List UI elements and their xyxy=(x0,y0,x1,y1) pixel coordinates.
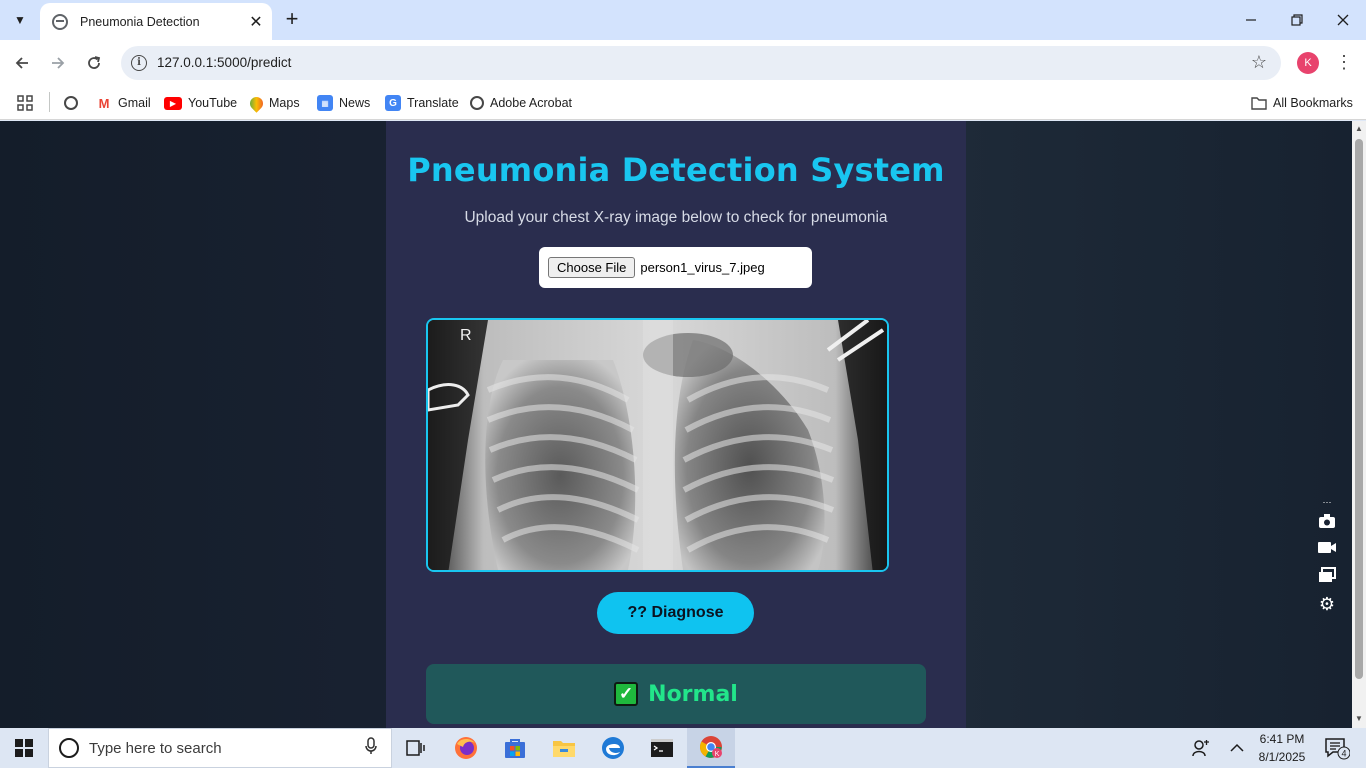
clock-date: 8/1/2025 xyxy=(1258,750,1306,764)
page-subtitle: Upload your chest X-ray image below to c… xyxy=(464,209,888,226)
page-viewport: Pneumonia Detection System Upload your c… xyxy=(0,121,1352,728)
globe-icon xyxy=(64,96,78,110)
apps-grid-icon[interactable] xyxy=(16,92,34,114)
camera-icon[interactable] xyxy=(1317,513,1337,533)
minimize-button[interactable] xyxy=(1228,0,1274,40)
restore-button[interactable] xyxy=(1274,0,1320,40)
chevron-down-icon: ▼ xyxy=(14,13,26,27)
edge-icon[interactable] xyxy=(589,728,637,768)
tab-search-button[interactable]: ▼ xyxy=(7,7,33,33)
maps-icon xyxy=(247,93,266,113)
diagnose-button[interactable]: ?? Diagnose xyxy=(597,592,754,634)
profile-avatar[interactable]: K xyxy=(1297,52,1319,74)
arrow-right-icon xyxy=(52,57,65,69)
check-mark-icon: ✓ xyxy=(614,682,639,706)
bookmark-translate[interactable]: G Translate xyxy=(385,92,459,114)
chevron-up-icon[interactable] xyxy=(1224,728,1250,768)
xray-preview-image: R xyxy=(426,318,889,572)
bookmark-maps[interactable]: Maps xyxy=(247,92,300,114)
scroll-up-icon[interactable]: ▲ xyxy=(1355,124,1363,133)
bookmark-gmail[interactable]: M Gmail xyxy=(96,92,151,114)
bookmark-star-icon[interactable]: ☆ xyxy=(1251,52,1267,73)
url-text[interactable]: 127.0.0.1:5000/predict xyxy=(157,55,291,70)
gmail-icon: M xyxy=(98,95,110,111)
more-dots-icon[interactable]: ⋯ xyxy=(1317,497,1337,507)
browser-toolbar: i 127.0.0.1:5000/predict ☆ K ⋮ xyxy=(0,40,1366,86)
task-view-icon[interactable] xyxy=(392,728,440,768)
address-bar[interactable]: i 127.0.0.1:5000/predict ☆ xyxy=(121,46,1281,80)
firefox-icon[interactable] xyxy=(442,728,490,768)
file-upload-field[interactable]: Choose File person1_virus_7.jpeg xyxy=(539,247,812,288)
taskbar-search-box[interactable]: Type here to search xyxy=(48,728,392,768)
youtube-icon: ▶ xyxy=(164,96,182,110)
restore-icon xyxy=(1291,14,1303,26)
windows-stack-icon[interactable] xyxy=(1317,567,1337,587)
notification-center-icon[interactable]: 4 xyxy=(1320,728,1354,768)
taskbar-clock[interactable]: 6:41 PM 8/1/2025 xyxy=(1250,730,1314,766)
menu-kebab-icon[interactable]: ⋮ xyxy=(1335,52,1353,72)
notification-count: 4 xyxy=(1342,749,1347,759)
news-icon: ▦ xyxy=(317,95,333,111)
page-title: Pneumonia Detection System xyxy=(407,151,945,189)
windows-taskbar: Type here to search K 6:41 PM 8/1/2025 4 xyxy=(0,728,1366,768)
tab-strip: ▼ Pneumonia Detection ✕ + xyxy=(0,0,1366,40)
microphone-icon[interactable] xyxy=(365,736,377,760)
result-panel: ✓ Normal xyxy=(426,664,926,724)
capture-toolbar: ⋯ ⚙ xyxy=(1314,497,1340,621)
bookmarks-bar: M Gmail ▶ YouTube Maps ▦ News G Translat… xyxy=(0,86,1366,120)
folder-icon xyxy=(1251,95,1267,111)
arrow-left-icon xyxy=(15,57,28,69)
close-tab-icon[interactable]: ✕ xyxy=(246,12,266,32)
globe-icon xyxy=(52,13,68,30)
new-tab-button[interactable]: + xyxy=(280,8,304,32)
globe-icon xyxy=(470,96,484,110)
back-button[interactable] xyxy=(9,50,35,76)
scroll-down-icon[interactable]: ▼ xyxy=(1355,714,1363,723)
bookmark-news[interactable]: ▦ News xyxy=(317,92,370,114)
result-label: Normal xyxy=(648,681,738,707)
forward-button[interactable] xyxy=(45,50,71,76)
choose-file-button[interactable]: Choose File xyxy=(548,257,636,278)
bookmarks-divider xyxy=(49,92,50,112)
selected-file-name: person1_virus_7.jpeg xyxy=(640,260,765,275)
chrome-icon[interactable]: K xyxy=(687,728,735,768)
tab-pneumonia-detection[interactable]: Pneumonia Detection ✕ xyxy=(40,3,272,40)
detection-card: Pneumonia Detection System Upload your c… xyxy=(386,121,966,728)
search-circle-icon xyxy=(59,738,79,758)
translate-icon: G xyxy=(385,95,401,111)
minimize-icon xyxy=(1246,19,1256,21)
bookmark-adobe-acrobat[interactable]: Adobe Acrobat xyxy=(470,92,572,114)
video-camera-icon[interactable] xyxy=(1317,540,1337,560)
settings-gear-icon[interactable]: ⚙ xyxy=(1317,594,1337,614)
tab-title: Pneumonia Detection xyxy=(80,14,200,29)
start-button[interactable] xyxy=(0,728,48,768)
reload-icon xyxy=(88,56,101,69)
file-explorer-icon[interactable] xyxy=(540,728,588,768)
site-info-icon[interactable]: i xyxy=(131,55,147,71)
microsoft-store-icon[interactable] xyxy=(491,728,539,768)
svg-text:K: K xyxy=(715,751,720,758)
reload-button[interactable] xyxy=(81,50,107,76)
people-icon[interactable] xyxy=(1188,728,1214,768)
close-icon xyxy=(1337,14,1349,26)
terminal-icon[interactable] xyxy=(638,728,686,768)
xray-side-marker: R xyxy=(460,327,472,344)
windows-logo-icon xyxy=(15,739,33,757)
bookmark-globe[interactable] xyxy=(64,92,84,114)
taskbar-search-placeholder: Type here to search xyxy=(89,739,222,757)
bookmark-youtube[interactable]: ▶ YouTube xyxy=(164,92,237,114)
all-bookmarks-button[interactable]: All Bookmarks xyxy=(1251,92,1353,114)
clock-time: 6:41 PM xyxy=(1259,732,1305,746)
page-scrollbar[interactable]: ▲ ▼ xyxy=(1352,121,1366,728)
scrollbar-thumb[interactable] xyxy=(1355,139,1363,679)
close-window-button[interactable] xyxy=(1320,0,1366,40)
